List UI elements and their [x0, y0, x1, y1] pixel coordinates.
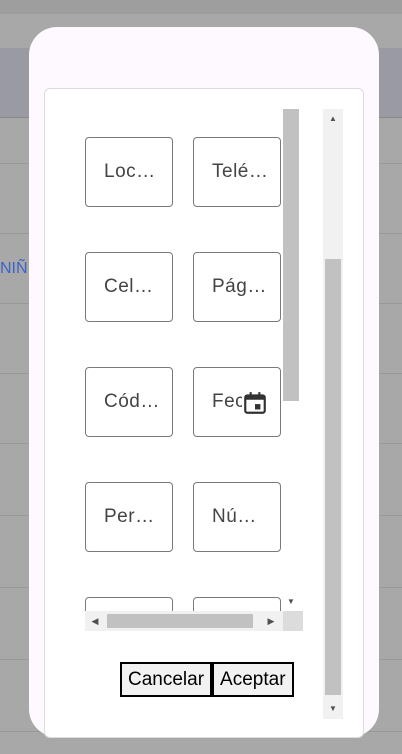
- field-tile[interactable]: Localidad: [85, 137, 173, 207]
- background-topbar: [0, 0, 402, 14]
- field-label: Teléfono: [212, 161, 270, 182]
- scrollbar-thumb[interactable]: [325, 259, 341, 695]
- field-label: Persona: [104, 506, 162, 527]
- scroll-left-arrow-icon[interactable]: ◀: [87, 611, 103, 631]
- field-tile[interactable]: Número: [193, 482, 281, 552]
- field-tile[interactable]: Teléfono: [193, 137, 281, 207]
- field-label: Código: [104, 391, 162, 412]
- field-label: Página: [212, 276, 270, 297]
- dialog: Localidad Teléfono Celular Página Código…: [29, 27, 379, 738]
- field-tile[interactable]: Página: [193, 252, 281, 322]
- field-tile[interactable]: Código: [85, 367, 173, 437]
- field-grid[interactable]: Localidad Teléfono Celular Página Código…: [65, 109, 303, 631]
- scrollbar-corner: [283, 611, 303, 631]
- dialog-vertical-scrollbar[interactable]: ▲ ▼: [323, 109, 343, 719]
- scroll-up-arrow-icon[interactable]: ▲: [323, 111, 343, 127]
- dialog-actions: Cancelar Aceptar: [120, 662, 294, 697]
- field-tile[interactable]: Celular: [85, 252, 173, 322]
- grid-vertical-scrollbar[interactable]: ▼: [282, 109, 300, 609]
- date-field-tile[interactable]: Fecha: [193, 367, 281, 437]
- scrollbar-thumb[interactable]: [283, 109, 299, 401]
- scroll-down-arrow-icon[interactable]: ▼: [282, 595, 300, 609]
- calendar-icon[interactable]: [242, 390, 268, 416]
- field-label: Celular: [104, 276, 162, 297]
- background-link: NIÑ: [0, 260, 28, 277]
- field-label: Número: [212, 506, 270, 527]
- field-tile[interactable]: Persona: [85, 482, 173, 552]
- field-label: Localidad: [104, 161, 162, 182]
- cancel-button[interactable]: Cancelar: [120, 662, 213, 697]
- grid-horizontal-scrollbar[interactable]: ◀ ▶: [85, 611, 303, 631]
- field-label: Fecha: [212, 391, 242, 412]
- scroll-right-arrow-icon[interactable]: ▶: [263, 611, 279, 631]
- dialog-content: Localidad Teléfono Celular Página Código…: [44, 88, 364, 738]
- scroll-down-arrow-icon[interactable]: ▼: [323, 701, 343, 717]
- accept-button[interactable]: Aceptar: [212, 662, 294, 697]
- scrollbar-thumb[interactable]: [107, 614, 253, 628]
